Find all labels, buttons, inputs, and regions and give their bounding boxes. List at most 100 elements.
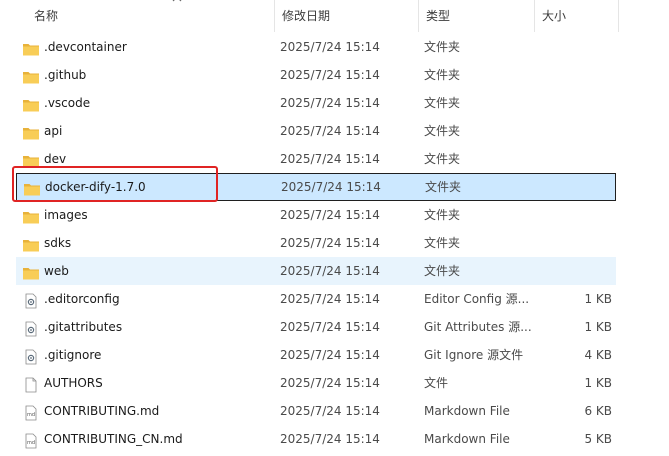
file-row[interactable]: md CONTRIBUTING.md 2025/7/24 15:14 Markdown… bbox=[16, 397, 616, 425]
file-name: CONTRIBUTING.md bbox=[44, 404, 160, 418]
file-name: images bbox=[44, 208, 88, 222]
column-header-name-label: 名称 bbox=[34, 9, 59, 23]
file-name-cell[interactable]: sdks bbox=[20, 229, 274, 257]
file-list: .devcontainer 2025/7/24 15:14 文件夹 .github 20… bbox=[16, 33, 616, 453]
file-type: 文件夹 bbox=[424, 40, 461, 54]
file-name: .vscode bbox=[44, 96, 91, 110]
markdown-file-icon: md bbox=[22, 403, 40, 421]
file-type: 文件夹 bbox=[424, 236, 461, 250]
file-type: Markdown File bbox=[424, 404, 510, 418]
file-name-cell[interactable]: .devcontainer bbox=[20, 33, 274, 61]
file-row[interactable]: sdks 2025/7/24 15:14 文件夹 bbox=[16, 229, 616, 257]
file-size: 1 KB bbox=[584, 292, 612, 306]
file-name-cell[interactable]: api bbox=[20, 117, 274, 145]
file-name-cell[interactable]: md CONTRIBUTING.md bbox=[20, 397, 274, 425]
file-name: web bbox=[44, 264, 69, 278]
file-size bbox=[540, 201, 612, 229]
file-type: Markdown File bbox=[424, 432, 510, 446]
file-size bbox=[540, 117, 612, 145]
file-name-cell[interactable]: web bbox=[20, 257, 274, 285]
file-date: 2025/7/24 15:14 bbox=[280, 68, 380, 82]
file-size bbox=[540, 229, 612, 257]
file-date: 2025/7/24 15:14 bbox=[280, 320, 380, 334]
file-row[interactable]: .editorconfig 2025/7/24 15:14 Editor Confi… bbox=[16, 285, 616, 313]
file-name: AUTHORS bbox=[44, 376, 103, 390]
file-size: 1 KB bbox=[584, 320, 612, 334]
file-row[interactable]: .github 2025/7/24 15:14 文件夹 bbox=[16, 61, 616, 89]
svg-text:md: md bbox=[27, 440, 35, 446]
file-name-cell[interactable]: .github bbox=[20, 61, 274, 89]
folder-icon bbox=[22, 39, 40, 56]
file-type: Git Ignore 源文件 bbox=[424, 348, 524, 362]
file-date: 2025/7/24 15:14 bbox=[280, 292, 380, 306]
folder-icon bbox=[22, 95, 40, 112]
file-size: 6 KB bbox=[584, 404, 612, 418]
file-name: sdks bbox=[44, 236, 72, 250]
file-name-cell[interactable]: AUTHORS bbox=[20, 369, 274, 397]
column-header-type[interactable]: 类型 bbox=[418, 0, 534, 32]
file-name-cell[interactable]: .vscode bbox=[20, 89, 274, 117]
file-row[interactable]: .vscode 2025/7/24 15:14 文件夹 bbox=[16, 89, 616, 117]
column-header-name[interactable]: 名称 bbox=[26, 0, 274, 32]
column-header-size-label: 大小 bbox=[542, 9, 567, 23]
file-date: 2025/7/24 15:14 bbox=[281, 180, 381, 194]
file-size: 4 KB bbox=[584, 348, 612, 362]
column-header-size[interactable]: 大小 bbox=[534, 0, 618, 32]
file-size bbox=[540, 145, 612, 173]
column-header-type-label: 类型 bbox=[426, 9, 451, 23]
file-type: Editor Config 源... bbox=[424, 292, 530, 306]
file-row[interactable]: api 2025/7/24 15:14 文件夹 bbox=[16, 117, 616, 145]
file-type: 文件夹 bbox=[424, 96, 461, 110]
column-header-bar: 名称 修改日期 类型 大小 bbox=[0, 0, 669, 32]
file-row[interactable]: .gitignore 2025/7/24 15:14 Git Ignore 源文件 4… bbox=[16, 341, 616, 369]
column-header-date-label: 修改日期 bbox=[282, 9, 331, 23]
column-divider[interactable] bbox=[618, 0, 619, 32]
file-row[interactable]: .devcontainer 2025/7/24 15:14 文件夹 bbox=[16, 33, 616, 61]
sort-ascending-icon bbox=[172, 0, 182, 2]
folder-icon bbox=[22, 263, 40, 280]
file-row[interactable]: .gitattributes 2025/7/24 15:14 Git Attribu… bbox=[16, 313, 616, 341]
file-type: 文件夹 bbox=[424, 208, 461, 222]
file-type: 文件夹 bbox=[424, 124, 461, 138]
file-name-cell[interactable]: md CONTRIBUTING_CN.md bbox=[20, 425, 274, 453]
file-row[interactable]: web 2025/7/24 15:14 文件夹 bbox=[16, 257, 616, 285]
file-row[interactable]: md CONTRIBUTING_CN.md 2025/7/24 15:14 Markd… bbox=[16, 425, 616, 453]
file-date: 2025/7/24 15:14 bbox=[280, 432, 380, 446]
file-name: .gitignore bbox=[44, 348, 102, 362]
file-explorer: 名称 修改日期 类型 大小 .devcontainer 2025/7/24 15:… bbox=[0, 0, 669, 456]
file-date: 2025/7/24 15:14 bbox=[280, 208, 380, 222]
file-size bbox=[540, 33, 612, 61]
file-name: CONTRIBUTING_CN.md bbox=[44, 432, 183, 446]
file-type: 文件 bbox=[424, 376, 449, 390]
file-date: 2025/7/24 15:14 bbox=[280, 96, 380, 110]
file-date: 2025/7/24 15:14 bbox=[280, 40, 380, 54]
file-name-cell[interactable]: images bbox=[20, 201, 274, 229]
file-name: .github bbox=[44, 68, 87, 82]
file-date: 2025/7/24 15:14 bbox=[280, 152, 380, 166]
file-size bbox=[540, 257, 612, 285]
file-name-cell[interactable]: .editorconfig bbox=[20, 285, 274, 313]
file-type: Git Attributes 源... bbox=[424, 320, 532, 334]
file-name: api bbox=[44, 124, 63, 138]
file-date: 2025/7/24 15:14 bbox=[280, 124, 380, 138]
folder-icon bbox=[22, 123, 40, 140]
file-date: 2025/7/24 15:14 bbox=[280, 264, 380, 278]
file-name: .editorconfig bbox=[44, 292, 120, 306]
file-size bbox=[540, 61, 612, 89]
file-type: 文件夹 bbox=[424, 68, 461, 82]
file-size bbox=[540, 89, 612, 117]
folder-icon bbox=[22, 207, 40, 224]
file-row[interactable]: AUTHORS 2025/7/24 15:14 文件 1 KB bbox=[16, 369, 616, 397]
file-date: 2025/7/24 15:14 bbox=[280, 376, 380, 390]
highlight-annotation-box bbox=[12, 166, 218, 202]
file-name-cell[interactable]: .gitattributes bbox=[20, 313, 274, 341]
file-name-cell[interactable]: .gitignore bbox=[20, 341, 274, 369]
column-header-date[interactable]: 修改日期 bbox=[274, 0, 418, 32]
file-date: 2025/7/24 15:14 bbox=[280, 404, 380, 418]
file-row[interactable]: images 2025/7/24 15:14 文件夹 bbox=[16, 201, 616, 229]
file-name: .gitattributes bbox=[44, 320, 123, 334]
file-type: 文件夹 bbox=[424, 264, 461, 278]
file-type: 文件夹 bbox=[425, 180, 462, 194]
svg-text:md: md bbox=[27, 412, 35, 418]
file-type: 文件夹 bbox=[424, 152, 461, 166]
